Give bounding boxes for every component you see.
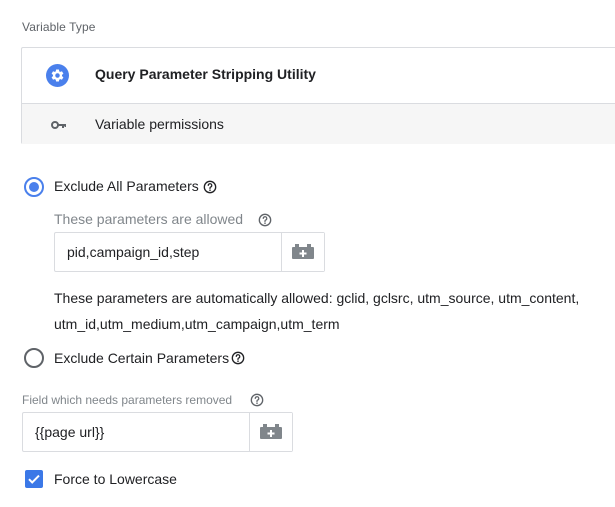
variable-permissions-row[interactable]: Variable permissions [22,103,615,144]
variable-type-name: Query Parameter Stripping Utility [95,66,316,82]
exclude-all-radio[interactable] [24,177,44,197]
variable-type-card[interactable]: Query Parameter Stripping Utility Variab… [21,47,615,144]
exclude-certain-radio[interactable] [24,348,44,368]
help-icon[interactable] [250,393,264,407]
source-field[interactable]: {{page url}} [22,412,293,452]
help-icon[interactable] [258,213,272,227]
help-icon[interactable] [203,180,217,194]
source-field-input[interactable]: {{page url}} [23,413,250,451]
variable-permissions-label: Variable permissions [95,116,224,132]
source-field-label: Field which needs parameters removed [22,393,233,407]
help-icon[interactable] [231,351,245,365]
variable-picker-button[interactable] [282,233,324,271]
section-label: Variable Type [22,20,96,34]
allowed-params-field[interactable]: pid,campaign_id,step [54,232,325,272]
lego-brick-icon [260,424,282,439]
gear-icon [46,64,69,87]
variable-picker-button[interactable] [250,413,292,451]
auto-allowed-line-1: These parameters are automatically allow… [54,290,580,306]
auto-allowed-line-2: utm_id,utm_medium,utm_campaign,utm_term [54,316,340,332]
force-lowercase-checkbox[interactable] [25,470,43,488]
variable-type-row[interactable]: Query Parameter Stripping Utility [22,48,615,102]
checkmark-icon [28,474,40,484]
allowed-params-input[interactable]: pid,campaign_id,step [55,233,282,271]
exclude-certain-label[interactable]: Exclude Certain Parameters [54,350,229,366]
lego-brick-icon [292,244,314,259]
force-lowercase-label[interactable]: Force to Lowercase [54,471,177,487]
allowed-params-label: These parameters are allowed [54,211,244,227]
exclude-all-label[interactable]: Exclude All Parameters [54,178,199,194]
key-icon [51,121,66,129]
